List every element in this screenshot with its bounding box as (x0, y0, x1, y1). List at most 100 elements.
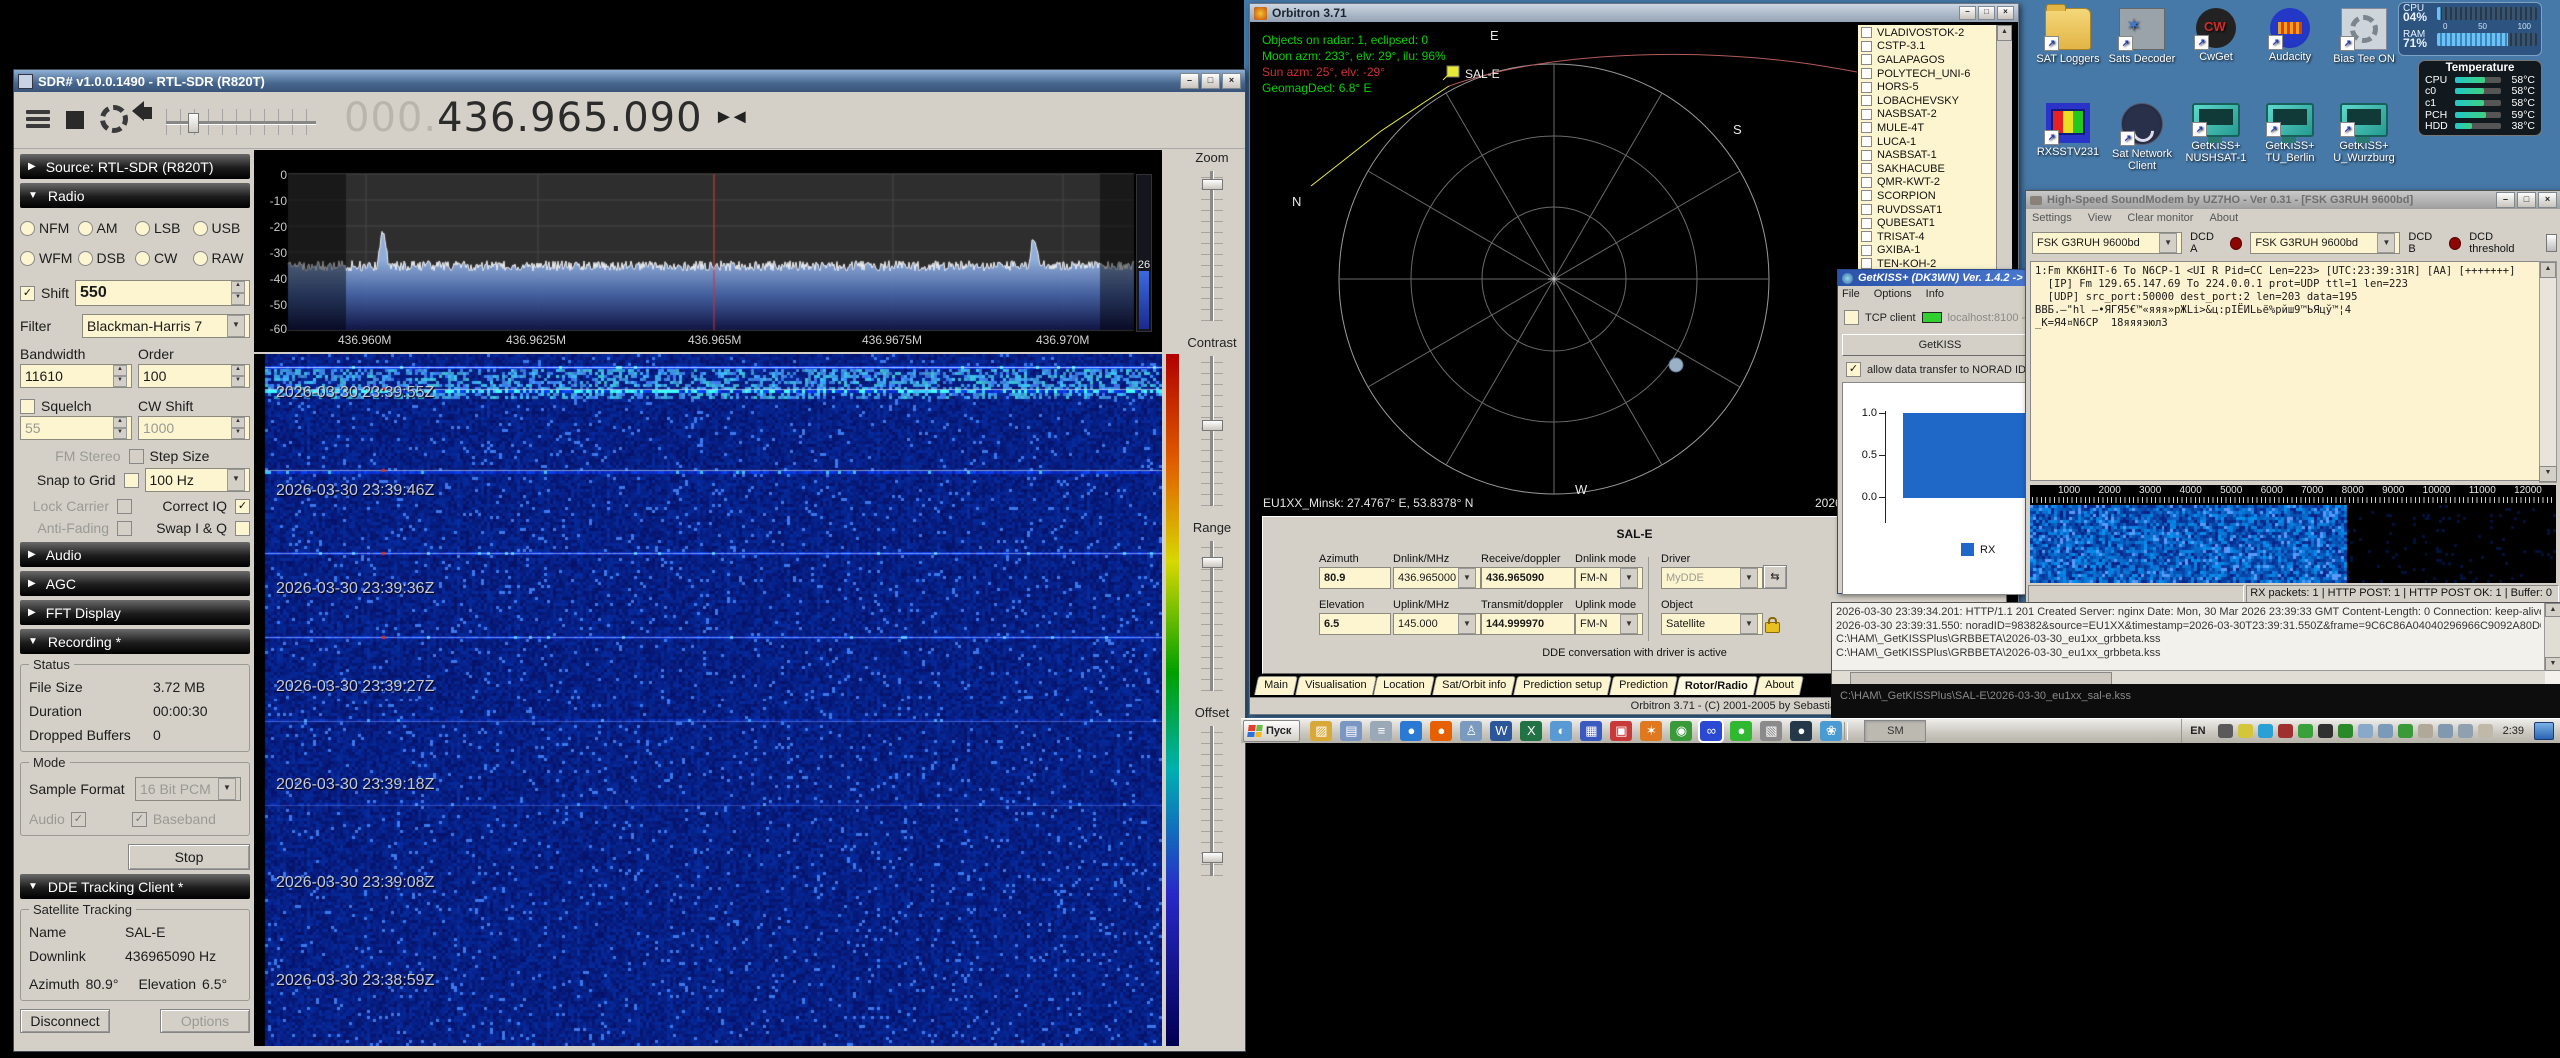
speaker-icon[interactable] (136, 101, 152, 124)
quick-launch-icon[interactable]: ● (1400, 721, 1422, 741)
log-hscrollbar[interactable] (1832, 670, 2545, 685)
satellite-list-item[interactable]: LUCA-1 (1858, 135, 1997, 149)
mode-radio[interactable]: NFM (20, 220, 78, 236)
maximize-icon[interactable]: □ (1201, 73, 1220, 89)
panel-header[interactable]: ▶ FFT Display (20, 600, 250, 625)
tray-icon[interactable] (2338, 724, 2353, 738)
panel-header-dde[interactable]: ▼ DDE Tracking Client * (20, 874, 250, 899)
mode-a-dropdown[interactable]: FSK G3RUH 9600bd ▼ (2032, 232, 2182, 254)
transmit-doppler-field[interactable]: 144.999970 (1481, 613, 1575, 635)
order-spinner[interactable]: ▲ ▼ (231, 365, 245, 387)
stop-icon[interactable] (66, 111, 84, 129)
stop-recording-button[interactable]: Stop (128, 844, 250, 870)
soundmodem-titlebar[interactable]: High-Speed SoundModem by UZ7HO - Ver 0.3… (2026, 191, 2560, 209)
close-icon[interactable]: × (1997, 6, 2014, 20)
quick-launch-icon[interactable]: ▣ (1610, 721, 1632, 741)
satellite-checkbox[interactable] (1861, 231, 1872, 242)
scroll-up-icon[interactable]: ▲ (2540, 262, 2556, 278)
orbitron-tab[interactable]: Main (1254, 676, 1298, 695)
close-icon[interactable]: × (2538, 192, 2557, 208)
satellite-list-item[interactable]: LOBACHEVSKY (1858, 94, 1997, 108)
range-slider[interactable]: Range (1184, 520, 1240, 691)
packet-monitor[interactable]: 1:Fm KK6HIT-6 To N6CP-1 <UI R Pid=CC Len… (2030, 261, 2540, 481)
audio-checkbox[interactable]: ✓ (71, 812, 86, 827)
panel-header-source[interactable]: ▶ Source: RTL-SDR (R820T) (20, 154, 250, 179)
contrast-slider-thumb[interactable] (1202, 420, 1223, 431)
correctiq-checkbox[interactable]: ✓ (235, 499, 250, 514)
desktop-icon[interactable]: ↗ SAT Loggers (2032, 8, 2104, 88)
mode-b-dropdown[interactable]: FSK G3RUH 9600bd ▼ (2250, 232, 2400, 254)
satellite-checkbox[interactable] (1861, 95, 1872, 106)
menu-item[interactable]: Settings (2032, 212, 2072, 224)
tray-icon[interactable] (2358, 724, 2373, 738)
menu-item[interactable]: Clear monitor (2127, 212, 2193, 224)
driver-dropdown[interactable]: MyDDE ▼ (1661, 567, 1763, 589)
desktop-icon[interactable]: ↗ RXSSTV231 (2032, 103, 2104, 193)
dnlink-mode-dropdown[interactable]: FM-N ▼ (1575, 567, 1643, 589)
quick-launch-icon[interactable]: X (1520, 721, 1542, 741)
mode-radio[interactable]: CW (135, 250, 193, 266)
elevation-field[interactable]: 6.5 (1319, 613, 1391, 635)
panel-header-recording[interactable]: ▼ Recording * (20, 629, 250, 654)
chevron-down-icon[interactable]: ▼ (2377, 233, 2395, 253)
desktop-icon[interactable]: ↗ Sat Network Client (2106, 103, 2178, 193)
satellite-list-item[interactable]: VLADIVOSTOK-2 (1858, 26, 1997, 40)
tray-icon[interactable] (2458, 724, 2473, 738)
range-slider-thumb[interactable] (1202, 557, 1223, 568)
tray-icon[interactable] (2318, 724, 2333, 738)
satellite-checkbox[interactable] (1861, 163, 1872, 174)
frequency-display[interactable]: 000.436.965.090 (344, 95, 703, 141)
lockcarrier-checkbox[interactable] (117, 499, 132, 514)
panel-header[interactable]: ▶ AGC (20, 571, 250, 596)
satellite-checkbox[interactable] (1861, 177, 1872, 188)
language-indicator[interactable]: EN (2190, 725, 2205, 737)
quick-launch-icon[interactable]: ▧ (1760, 721, 1782, 741)
soundmodem-taskbar-button[interactable]: SM (1864, 720, 1926, 742)
satellite-list-item[interactable]: QUBESAT1 (1858, 216, 1997, 230)
quick-launch-icon[interactable]: ● (1430, 721, 1452, 741)
start-button[interactable]: Пуск (1243, 720, 1300, 742)
menu-item[interactable]: View (2088, 212, 2112, 224)
scroll-up-icon[interactable]: ▲ (1997, 25, 2012, 41)
panel-header[interactable]: ▶ Audio (20, 542, 250, 567)
orbitron-tab[interactable]: Rotor/Radio (1675, 676, 1758, 695)
tray-icon[interactable] (2278, 724, 2293, 738)
satellite-list-item[interactable]: GXIBA-1 (1858, 244, 1997, 258)
quick-launch-icon[interactable]: ▦ (1580, 721, 1602, 741)
satellite-checkbox[interactable] (1861, 122, 1872, 133)
satellite-list-item[interactable]: POLYTECH_UNI-6 (1858, 67, 1997, 81)
tray-icon[interactable] (2478, 724, 2493, 738)
menu-item[interactable]: Info (1926, 288, 1944, 300)
tcp-client-checkbox[interactable] (1844, 310, 1859, 325)
cwshift-field[interactable]: 1000 ▲ ▼ (138, 416, 250, 440)
satellite-list-scrollbar[interactable]: ▲ (1996, 25, 2012, 271)
orbitron-tab[interactable]: Prediction (1609, 676, 1678, 695)
orbitron-titlebar[interactable]: Orbitron 3.71 – □ × (1250, 4, 2018, 22)
satellite-list-item[interactable]: NASBSAT-1 (1858, 148, 1997, 162)
satellite-list-item[interactable]: QMR-KWT-2 (1858, 176, 1997, 190)
center-tune-icon[interactable]: ►◄ (714, 106, 746, 129)
mode-radio[interactable]: LSB (135, 220, 193, 236)
menu-item[interactable]: About (2209, 212, 2238, 224)
shift-spinner[interactable]: ▲ ▼ (231, 281, 245, 305)
antifading-checkbox[interactable] (117, 521, 132, 536)
satellite-list-item[interactable]: SAKHACUBE (1858, 162, 1997, 176)
desktop-icon[interactable]: ↗ Sats Decoder (2106, 8, 2178, 88)
tray-icon[interactable] (2258, 724, 2273, 738)
waterfall-display[interactable]: 2026-03-30 23:39:55Z 2026-03-30 23:39:46… (254, 354, 1162, 1046)
options-button[interactable]: Options (160, 1009, 250, 1033)
shift-checkbox[interactable]: ✓ (20, 286, 35, 301)
chevron-down-icon[interactable]: ▼ (1740, 614, 1758, 634)
quick-launch-icon[interactable]: ◉ (1670, 721, 1692, 741)
orbitron-tab[interactable]: Prediction setup (1513, 676, 1612, 695)
satellite-list-item[interactable]: CSTP-3.1 (1858, 40, 1997, 54)
contrast-slider[interactable]: Contrast (1184, 335, 1240, 506)
taskbar-clock[interactable]: 2:39 (2503, 725, 2524, 737)
desktop-icon[interactable]: ↗ Audacity (2254, 8, 2326, 88)
dde-driver-button[interactable]: ⇆ (1763, 565, 1787, 589)
baseband-checkbox[interactable]: ✓ (132, 812, 147, 827)
filter-dropdown[interactable]: Blackman-Harris 7 ▼ (82, 314, 250, 338)
satellite-list-item[interactable]: GALAPAGOS (1858, 53, 1997, 67)
satellite-checkbox[interactable] (1861, 68, 1872, 79)
satellite-checkbox[interactable] (1861, 258, 1872, 269)
